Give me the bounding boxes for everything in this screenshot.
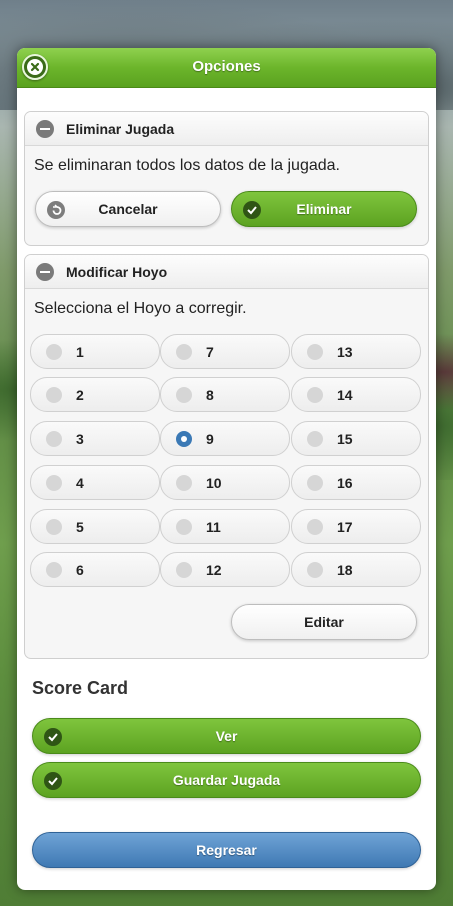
radio-checked-icon (176, 431, 192, 447)
hole-option-label: 18 (337, 562, 353, 578)
radio-unchecked-icon (46, 519, 62, 535)
radio-unchecked-icon (307, 431, 323, 447)
hole-option-label: 11 (206, 519, 221, 535)
dialog-header: Opciones (17, 48, 436, 88)
close-button[interactable] (22, 54, 48, 80)
hole-option-label: 7 (206, 344, 214, 360)
radio-unchecked-icon (46, 562, 62, 578)
modify-hole-header[interactable]: Modificar Hoyo (25, 255, 428, 289)
modify-hole-panel: Modificar Hoyo Selecciona el Hoyo a corr… (24, 254, 429, 659)
delete-play-title: Eliminar Jugada (66, 120, 175, 137)
save-play-button[interactable]: Guardar Jugada (32, 762, 421, 798)
radio-unchecked-icon (46, 387, 62, 403)
delete-button[interactable]: Eliminar (231, 191, 417, 227)
hole-option[interactable]: 4 (30, 465, 160, 500)
hole-option[interactable]: 18 (291, 552, 421, 587)
hole-option[interactable]: 14 (291, 377, 421, 412)
back-arrow-icon (47, 201, 65, 219)
hole-option[interactable]: 5 (30, 509, 160, 544)
radio-unchecked-icon (307, 562, 323, 578)
hole-option-label: 16 (337, 475, 353, 491)
radio-unchecked-icon (46, 475, 62, 491)
hole-option-label: 12 (206, 562, 222, 578)
delete-play-text: Se eliminaran todos los datos de la juga… (34, 157, 340, 174)
view-label: Ver (215, 728, 238, 744)
back-button[interactable]: Regresar (32, 832, 421, 868)
back-label: Regresar (196, 842, 257, 858)
hole-option[interactable]: 9 (160, 421, 290, 456)
check-icon (243, 201, 261, 219)
hole-option-label: 14 (337, 387, 353, 403)
hole-option[interactable]: 11 (160, 509, 290, 544)
hole-option-label: 10 (206, 475, 222, 491)
check-icon (44, 772, 62, 790)
radio-unchecked-icon (307, 387, 323, 403)
hole-option[interactable]: 13 (291, 334, 421, 369)
hole-option-label: 1 (76, 344, 84, 360)
delete-label: Eliminar (296, 201, 352, 217)
view-button[interactable]: Ver (32, 718, 421, 754)
hole-option[interactable]: 7 (160, 334, 290, 369)
cancel-label: Cancelar (98, 201, 158, 217)
edit-label: Editar (304, 614, 344, 630)
options-dialog: Opciones Eliminar Jugada Se eliminaran t… (17, 48, 436, 890)
hole-option-label: 9 (206, 431, 214, 447)
hole-option[interactable]: 17 (291, 509, 421, 544)
modify-hole-title: Modificar Hoyo (66, 263, 168, 280)
save-play-label: Guardar Jugada (172, 772, 281, 788)
hole-option[interactable]: 10 (160, 465, 290, 500)
cancel-button[interactable]: Cancelar (35, 191, 221, 227)
hole-option[interactable]: 8 (160, 377, 290, 412)
collapse-icon (36, 262, 54, 281)
modify-hole-text: Selecciona el Hoyo a corregir. (34, 300, 247, 317)
hole-option-label: 6 (76, 562, 84, 578)
radio-unchecked-icon (176, 475, 192, 491)
radio-unchecked-icon (307, 519, 323, 535)
close-icon (27, 59, 43, 75)
hole-option[interactable]: 1 (30, 334, 160, 369)
check-icon (44, 728, 62, 746)
radio-unchecked-icon (176, 387, 192, 403)
hole-option[interactable]: 6 (30, 552, 160, 587)
collapse-icon (36, 119, 54, 138)
hole-option-label: 2 (76, 387, 84, 403)
radio-unchecked-icon (307, 344, 323, 360)
hole-option-label: 17 (337, 519, 353, 535)
hole-option[interactable]: 16 (291, 465, 421, 500)
dialog-title: Opciones (192, 58, 261, 75)
hole-option-label: 5 (76, 519, 84, 535)
edit-button[interactable]: Editar (231, 604, 417, 640)
radio-unchecked-icon (46, 431, 62, 447)
hole-option-label: 15 (337, 431, 353, 447)
hole-option-label: 13 (337, 344, 353, 360)
radio-unchecked-icon (176, 519, 192, 535)
radio-unchecked-icon (176, 562, 192, 578)
hole-option[interactable]: 12 (160, 552, 290, 587)
score-card-title: Score Card (32, 678, 129, 698)
radio-unchecked-icon (307, 475, 323, 491)
radio-unchecked-icon (46, 344, 62, 360)
hole-option[interactable]: 2 (30, 377, 160, 412)
delete-play-header[interactable]: Eliminar Jugada (25, 112, 428, 146)
hole-option-label: 3 (76, 431, 84, 447)
hole-option[interactable]: 15 (291, 421, 421, 456)
delete-play-panel: Eliminar Jugada Se eliminaran todos los … (24, 111, 429, 246)
hole-option-label: 4 (76, 475, 84, 491)
hole-option-label: 8 (206, 387, 214, 403)
hole-option[interactable]: 3 (30, 421, 160, 456)
radio-unchecked-icon (176, 344, 192, 360)
